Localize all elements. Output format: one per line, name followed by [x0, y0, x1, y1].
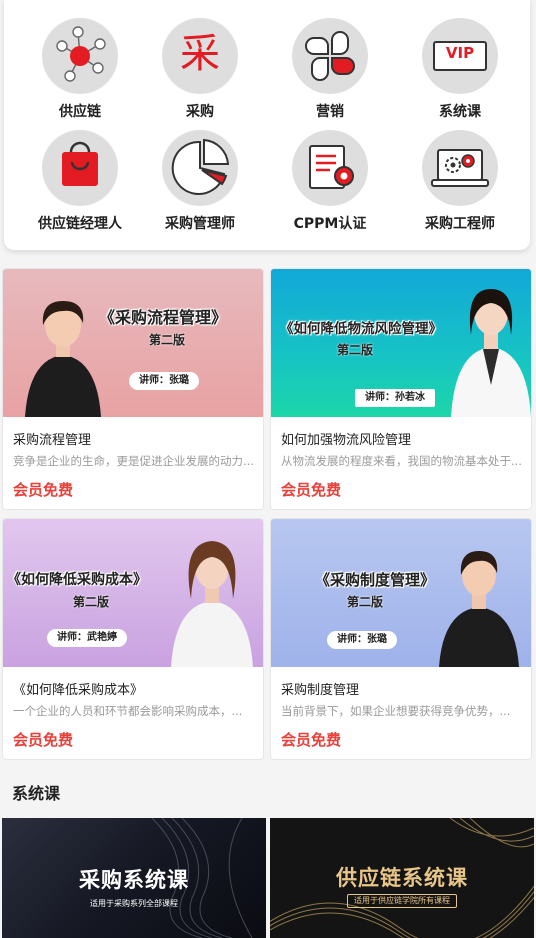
banner-lecturer: 讲师：张璐 [129, 372, 199, 390]
course-name: 《如何降低采购成本》 [13, 683, 144, 698]
banner-title: 《如何降低物流风险管理》 [280, 321, 442, 337]
category-system-course[interactable]: VIP 系统课 [395, 18, 525, 128]
course-price: 会员免费 [13, 731, 74, 749]
page: 供应链 采 采购 营销 VIP 系统课 供应链经理人 采购管理师 CPPM认证 … [0, 0, 536, 938]
course-banner: 《采购制度管理》 第二版 讲师：张璐 [271, 519, 531, 667]
category-grid: 供应链 采 采购 营销 VIP 系统课 供应链经理人 采购管理师 CPPM认证 … [4, 0, 530, 250]
pie-chart-icon [162, 130, 238, 206]
category-scm-manager[interactable]: 供应链经理人 [15, 130, 145, 240]
cai-glyph: 采 [180, 31, 220, 77]
banner-edition: 第二版 [347, 595, 384, 609]
system-course-card[interactable]: 供应链系统课 适用于供应链学院所有课程 [270, 818, 534, 938]
category-cppm[interactable]: CPPM认证 [265, 130, 395, 240]
course-name: 如何加强物流风险管理 [281, 433, 412, 448]
section-title: 系统课 [12, 784, 61, 803]
certificate-icon [292, 130, 368, 206]
course-name: 采购制度管理 [281, 683, 360, 698]
system-course-title: 供应链系统课 [336, 866, 468, 890]
banner-edition: 第二版 [337, 343, 374, 357]
category-label: 采购管理师 [165, 216, 235, 232]
clover-grid-icon [292, 18, 368, 94]
system-course-title: 采购系统课 [79, 868, 189, 892]
system-course-subtitle: 适用于采购系列全部课程 [90, 899, 178, 908]
category-label: 营销 [316, 104, 344, 120]
category-purchase-manager[interactable]: 采购管理师 [135, 130, 265, 240]
cai-char-icon: 采 [162, 18, 238, 94]
category-label: 采购 [186, 104, 214, 120]
category-purchase-engineer[interactable]: 采购工程师 [395, 130, 525, 240]
vip-text: VIP [445, 44, 475, 62]
banner-lecturer: 讲师：孙若冰 [355, 389, 435, 407]
shopping-bag-icon [42, 130, 118, 206]
course-name: 采购流程管理 [13, 433, 92, 448]
lecturer-photo [439, 551, 519, 667]
category-supply-chain[interactable]: 供应链 [15, 18, 145, 128]
banner-title: 《如何降低采购成本》 [7, 572, 147, 588]
system-course-subtitle-wrap: 适用于供应链学院所有课程 [270, 894, 534, 908]
banner-title: 《采购流程管理》 [98, 308, 227, 327]
course-description: 当前背景下，如果企业想要获得竞争优势，... [281, 704, 511, 718]
laptop-gears-icon [422, 130, 498, 206]
category-marketing[interactable]: 营销 [265, 18, 395, 128]
system-course-card[interactable]: 采购系统课 适用于采购系列全部课程 [2, 818, 266, 938]
category-label: 供应链 [59, 104, 101, 120]
course-card[interactable]: 《采购制度管理》 第二版 讲师：张璐 采购制度管理 当前背景下，如果企业想要获得… [270, 518, 532, 760]
course-description: 一个企业的人员和环节都会影响采购成本，... [13, 704, 243, 718]
network-icon [42, 18, 118, 94]
course-description: 从物流发展的程度来看，我国的物流基本处于... [281, 454, 522, 468]
category-label: 系统课 [439, 104, 481, 120]
category-label: CPPM认证 [293, 216, 367, 232]
course-description: 竞争是企业的生命，更是促进企业发展的动力... [13, 454, 254, 468]
category-label: 供应链经理人 [38, 216, 122, 232]
lecturer-photo [171, 541, 253, 667]
vip-icon: VIP [422, 18, 498, 94]
course-card[interactable]: 《如何降低物流风险管理》 第二版 讲师：孙若冰 如何加强物流风险管理 从物流发展… [270, 268, 532, 510]
system-course-subtitle: 适用于供应链学院所有课程 [347, 894, 457, 908]
course-banner: 《采购流程管理》 第二版 讲师：张璐 [3, 269, 263, 417]
banner-lecturer: 讲师：张璐 [327, 631, 397, 649]
category-purchasing[interactable]: 采 采购 [135, 18, 265, 128]
course-card[interactable]: 《如何降低采购成本》 第二版 讲师：武艳婷 《如何降低采购成本》 一个企业的人员… [2, 518, 264, 760]
course-price: 会员免费 [281, 731, 342, 749]
course-banner: 《如何降低物流风险管理》 第二版 讲师：孙若冰 [271, 269, 531, 417]
banner-title: 《采购制度管理》 [314, 571, 435, 589]
banner-edition: 第二版 [73, 595, 110, 609]
course-banner: 《如何降低采购成本》 第二版 讲师：武艳婷 [3, 519, 263, 667]
course-card[interactable]: 《采购流程管理》 第二版 讲师：张璐 采购流程管理 竞争是企业的生命，更是促进企… [2, 268, 264, 510]
course-price: 会员免费 [281, 481, 342, 499]
banner-lecturer: 讲师：武艳婷 [47, 629, 127, 647]
category-label: 采购工程师 [425, 216, 495, 232]
lecturer-photo [451, 289, 531, 417]
banner-edition: 第二版 [149, 333, 186, 347]
course-price: 会员免费 [13, 481, 74, 499]
